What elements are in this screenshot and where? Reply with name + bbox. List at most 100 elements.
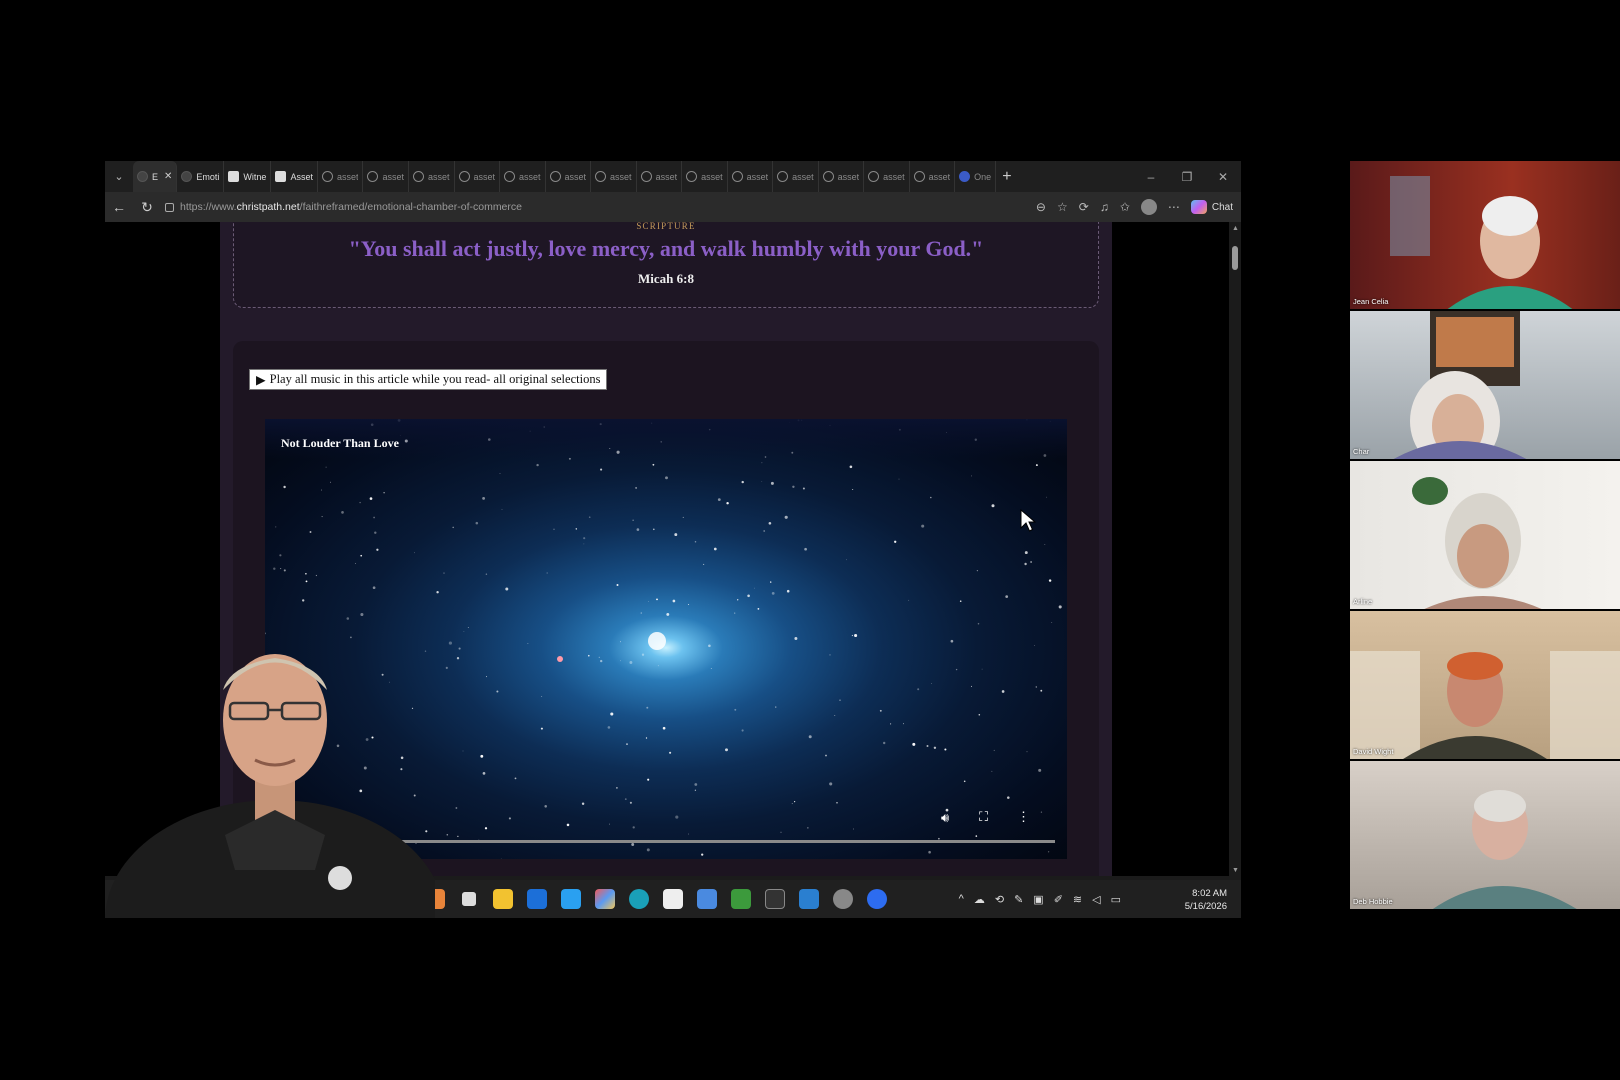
scroll-thumb[interactable] [1232, 246, 1238, 270]
url-path: /faithreframed/emotional-chamber-of-comm… [299, 201, 522, 213]
tablet-icon[interactable] [462, 892, 476, 906]
outlook-icon[interactable] [527, 889, 547, 909]
browser-tab[interactable]: asset [728, 161, 774, 192]
profile-avatar-icon[interactable] [1140, 199, 1157, 215]
browser-tab[interactable]: asset [637, 161, 683, 192]
speaker-icon[interactable]: ◁ [1092, 893, 1100, 906]
download-app-icon[interactable] [663, 889, 683, 909]
copilot-icon [1190, 200, 1207, 214]
browser-tab[interactable]: asset [455, 161, 501, 192]
play-icon: ▶ [256, 372, 266, 387]
globe-icon [595, 171, 607, 182]
spreadsheet-icon[interactable] [731, 889, 751, 909]
participant-gallery: Jean Celia Char Arline David Wight Deb H… [1350, 161, 1620, 919]
tab-label: asset [473, 171, 496, 182]
tab-label: E [152, 171, 159, 182]
presenter-video [105, 620, 435, 918]
browser-tab[interactable]: asset [910, 161, 956, 192]
browser-tab[interactable]: Asset [271, 161, 318, 192]
edge-icon[interactable] [629, 889, 649, 909]
mail-icon[interactable] [561, 889, 581, 909]
minimize-button[interactable]: – [1133, 170, 1169, 184]
fullscreen-icon[interactable]: ⛶ [979, 809, 988, 825]
restore-button[interactable]: ❐ [1169, 170, 1205, 184]
sync-icon[interactable]: ⟲ [995, 893, 1004, 906]
read-aloud-icon[interactable]: ⊖ [1036, 200, 1046, 214]
copilot-app-icon[interactable] [595, 889, 615, 909]
tab-label: asset [564, 171, 587, 182]
browser-tab[interactable]: asset [682, 161, 728, 192]
participant-video [1350, 651, 1620, 759]
vscode-icon[interactable] [799, 889, 819, 909]
new-tab-button[interactable]: + [1002, 168, 1011, 186]
url-field[interactable]: https://www.christpath.net/faithreframed… [165, 196, 885, 218]
browser-tab[interactable]: Emoti [177, 161, 225, 192]
tab-label: asset [792, 171, 814, 182]
pen-icon[interactable]: ✎ [1014, 893, 1023, 906]
participant-name: Jean Celia [1353, 297, 1389, 306]
browser-tab[interactable]: asset [409, 161, 455, 192]
terminal-icon[interactable] [765, 889, 785, 909]
scripture-label: SCRIPTURE [636, 222, 696, 231]
page-scrollbar[interactable]: ▲ ▼ [1229, 222, 1241, 876]
participant-tile[interactable]: Jean Celia [1350, 161, 1620, 311]
participant-tile[interactable]: Deb Hobbie [1350, 761, 1620, 911]
tab-label: asset [746, 171, 769, 182]
taskbar-clock[interactable]: 8:02 AM 5/16/2026 [1185, 887, 1227, 913]
chevron-up-icon[interactable]: ^ [959, 893, 964, 905]
close-window-button[interactable]: ✕ [1205, 170, 1241, 184]
browser-tab[interactable]: E ✕ [133, 161, 178, 192]
more-options-icon[interactable]: ⋮ [1017, 809, 1030, 825]
scroll-down-icon[interactable]: ▼ [1232, 867, 1239, 874]
participant-tile[interactable]: Char [1350, 311, 1620, 461]
url-prefix: https://www. [180, 201, 237, 213]
tab-favicon-icon [181, 171, 193, 182]
browser-tab[interactable]: asset [773, 161, 819, 192]
browser-tab[interactable]: asset [819, 161, 865, 192]
battery-icon[interactable]: ▭ [1111, 893, 1121, 906]
participant-name: Arline [1353, 597, 1373, 606]
more-menu-icon[interactable]: ⋯ [1168, 200, 1180, 214]
browser-tab[interactable]: asset [546, 161, 592, 192]
participant-video [1433, 790, 1577, 909]
volume-icon[interactable]: 🔊︎ [941, 810, 949, 826]
lock-icon [165, 202, 174, 212]
tab-favicon-icon [959, 171, 971, 182]
file-explorer-icon[interactable] [493, 889, 513, 909]
refresh-button[interactable]: ↻ [133, 199, 161, 216]
copilot-chat-button[interactable]: Chat [1190, 200, 1233, 214]
tab-label: Witne [243, 171, 267, 182]
extensions-icon[interactable]: ⟳ [1079, 200, 1089, 214]
stylus-icon[interactable]: ✐ [1054, 893, 1063, 906]
tab-strip: E ✕ Emoti Witne Asset asset asset asset asset ass… [133, 161, 997, 192]
scroll-up-icon[interactable]: ▲ [1232, 225, 1239, 232]
tab-actions-menu-button[interactable]: ⌄ [105, 161, 133, 192]
participant-tile[interactable]: David Wight [1350, 611, 1620, 761]
browser-tab[interactable]: asset [318, 161, 364, 192]
favorites-icon[interactable]: ✩ [1120, 200, 1130, 214]
wifi-icon[interactable]: ≋ [1073, 893, 1082, 906]
participant-tile[interactable]: Arline [1350, 461, 1620, 611]
scripture-reference: Micah 6:8 [638, 271, 694, 286]
tab-label: Emoti [196, 171, 220, 182]
globe-icon [412, 171, 424, 182]
mouse-pointer-icon [1020, 509, 1036, 532]
participant-name: Deb Hobbie [1353, 897, 1393, 906]
browser-tab[interactable]: asset [864, 161, 910, 192]
browser-tab[interactable]: asset [591, 161, 637, 192]
address-bar-row: ← ↻ https://www.christpath.net/faithrefr… [105, 192, 1241, 222]
favorite-star-icon[interactable]: ☆ [1057, 200, 1068, 214]
settings-gear-icon[interactable] [833, 889, 853, 909]
browser-tab[interactable]: Witne [224, 161, 272, 192]
onedrive-icon[interactable]: ☁ [974, 893, 985, 906]
device-icon[interactable]: ▣ [1033, 893, 1043, 906]
browser-tab[interactable]: asset [500, 161, 546, 192]
play-all-music-button[interactable]: ▶ Play all music in this article while y… [249, 369, 608, 390]
zoom-icon[interactable] [867, 889, 887, 909]
notepad-icon[interactable] [697, 889, 717, 909]
media-control-icon[interactable]: ♫ [1100, 200, 1109, 214]
browser-tab[interactable]: asset [363, 161, 409, 192]
close-tab-icon[interactable]: ✕ [164, 171, 172, 182]
browser-tab[interactable]: One [955, 161, 997, 192]
back-button[interactable]: ← [105, 199, 133, 215]
